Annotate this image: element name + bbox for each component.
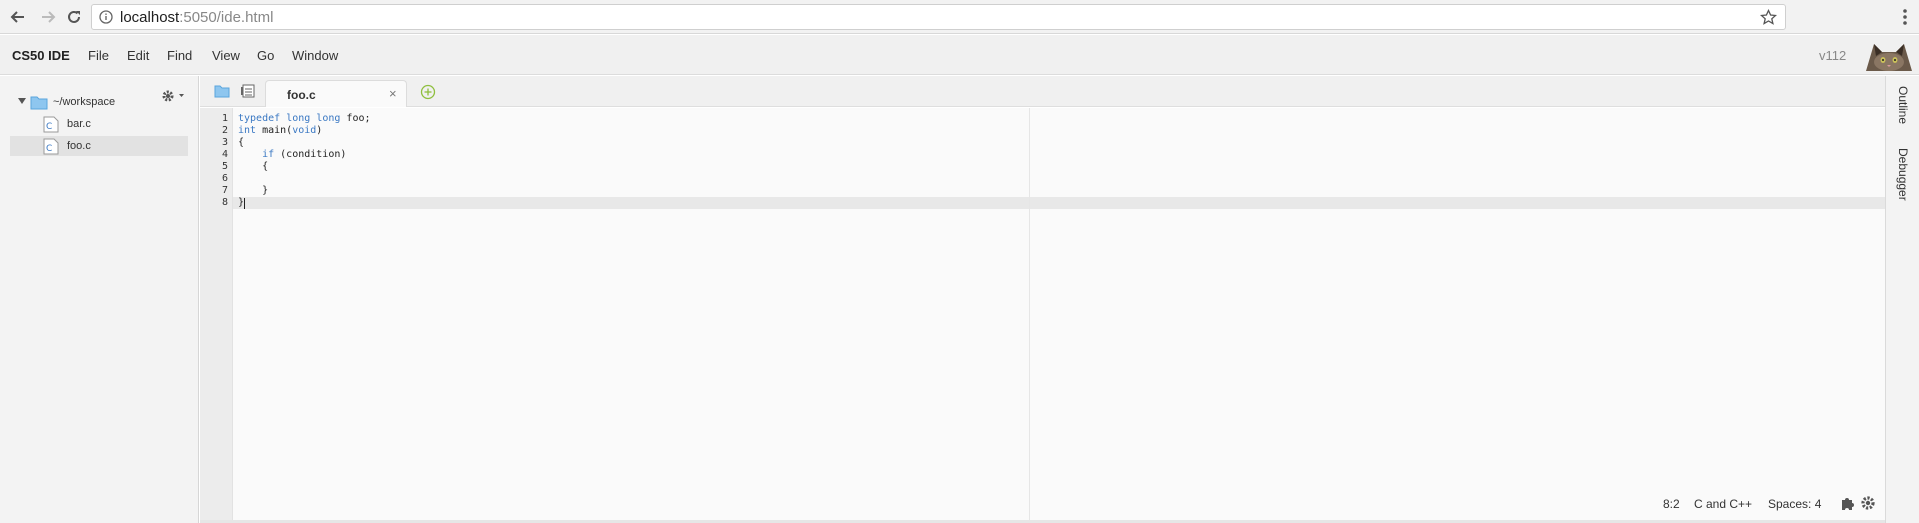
url-path: :5050/ide.html [179, 9, 274, 26]
tab-foo-c[interactable]: foo.c × [265, 80, 407, 107]
info-icon[interactable] [99, 10, 113, 24]
version-label: v112 [1819, 48, 1847, 63]
code-line[interactable]: int main(void) [238, 125, 322, 137]
line-number: 3 [221, 137, 228, 148]
menu-go[interactable]: Go [257, 48, 274, 63]
status-language[interactable]: C and C++ [1694, 497, 1752, 511]
c-file-icon: C [43, 138, 59, 155]
code-line[interactable]: { [238, 137, 244, 149]
caret-down-icon[interactable] [18, 98, 26, 104]
code-text: ) [316, 125, 323, 136]
star-icon[interactable] [1760, 9, 1777, 26]
address-bar[interactable]: localhost:5050/ide.html [91, 4, 1786, 30]
menu-edit[interactable]: Edit [127, 48, 149, 63]
debugger-tab[interactable]: Debugger [1896, 148, 1910, 201]
tree-item-foo-c[interactable]: C foo.c [10, 136, 188, 156]
outline-tab[interactable]: Outline [1896, 86, 1910, 124]
plus-circle-icon[interactable] [420, 84, 436, 100]
file-tree-panel: ~/workspace C bar.c C foo.c [0, 76, 199, 523]
menu-find[interactable]: Find [167, 48, 192, 63]
tree-label-workspace: ~/workspace [53, 96, 116, 108]
reload-button[interactable] [64, 7, 84, 27]
folder-icon[interactable] [214, 84, 230, 98]
svg-text:C: C [46, 144, 52, 154]
file-list-icon[interactable] [240, 84, 256, 98]
right-rail: Outline Debugger [1885, 76, 1919, 523]
reload-icon [68, 10, 80, 23]
code-keyword: typedef [238, 113, 281, 124]
browser-toolbar: localhost:5050/ide.html [0, 0, 1919, 34]
menu-view[interactable]: View [212, 48, 240, 63]
code-line[interactable]: typedef long long foo; [238, 113, 371, 125]
line-number: 6 [221, 173, 228, 184]
status-cursor-position[interactable]: 8:2 [1663, 497, 1680, 511]
code-editor[interactable]: 12345678 typedef long long foo; int main(… [200, 108, 1885, 520]
line-number: 2 [221, 125, 228, 136]
close-icon[interactable]: × [389, 86, 397, 101]
tree-label-bar-c: bar.c [67, 118, 91, 130]
tree-item-bar-c[interactable]: C bar.c [10, 114, 188, 134]
code-line[interactable]: { [238, 161, 268, 173]
gear-icon[interactable] [160, 88, 186, 104]
c-file-icon: C [43, 116, 59, 133]
code-text: main( [256, 125, 293, 136]
code-keyword: long [316, 113, 341, 124]
menu-window[interactable]: Window [292, 48, 338, 63]
url-host: localhost [120, 9, 180, 26]
code-text: (condition) [274, 149, 347, 160]
code-keyword: long [286, 113, 311, 124]
text-cursor [244, 198, 245, 209]
gear-icon[interactable] [1860, 495, 1876, 511]
tab-label: foo.c [287, 88, 316, 102]
tree-label-foo-c: foo.c [67, 140, 91, 152]
code-text: foo; [340, 113, 371, 124]
code-text: { [238, 137, 245, 148]
arrow-right-icon [42, 11, 56, 23]
line-number: 5 [221, 161, 228, 172]
line-number: 1 [221, 113, 228, 124]
code-line[interactable]: if (condition) [238, 149, 346, 161]
url-text[interactable]: localhost:5050/ide.html [120, 9, 273, 26]
line-number: 7 [221, 185, 228, 196]
status-indent[interactable]: Spaces: 4 [1768, 497, 1821, 511]
code-keyword: if [262, 149, 275, 160]
back-button[interactable] [8, 7, 28, 27]
kebab-icon[interactable] [1898, 8, 1912, 26]
arrow-left-icon [10, 11, 24, 23]
code-keyword: void [292, 125, 317, 136]
svg-text:C: C [46, 122, 52, 132]
line-gutter: 12345678 [200, 108, 233, 520]
active-line-highlight [200, 197, 1885, 209]
line-number: 8 [221, 197, 228, 208]
print-margin [1029, 108, 1030, 520]
code-text: } [238, 185, 269, 196]
ide-menubar: CS50 IDE File Edit Find View Go Window v… [0, 35, 1919, 75]
brand-label: CS50 IDE [12, 48, 70, 63]
code-keyword: int [238, 125, 257, 136]
folder-icon [30, 96, 48, 110]
tab-bar: foo.c × [200, 76, 1885, 107]
line-number: 4 [221, 149, 228, 160]
code-line[interactable]: } [238, 185, 268, 197]
menu-file[interactable]: File [88, 48, 109, 63]
forward-button[interactable] [38, 7, 58, 27]
puzzle-icon[interactable] [1840, 495, 1856, 511]
code-text: { [238, 161, 269, 172]
avatar[interactable] [1862, 38, 1916, 73]
